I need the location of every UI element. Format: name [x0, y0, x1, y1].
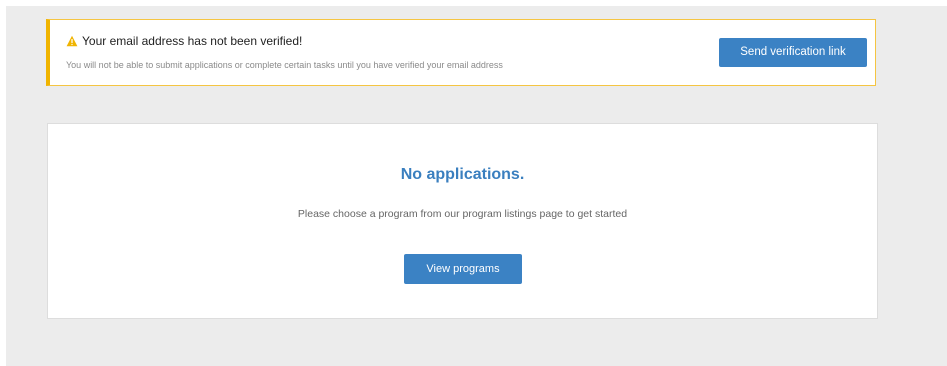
empty-state-message: Please choose a program from our program…: [297, 208, 628, 220]
email-verification-alert: Your email address has not been verified…: [46, 19, 876, 86]
send-verification-link-button[interactable]: Send verification link: [719, 38, 867, 67]
empty-state-title: No applications.: [400, 166, 525, 183]
applications-card: No applications. Please choose a program…: [47, 123, 878, 319]
alert-title-row: Your email address has not been verified…: [66, 34, 302, 48]
view-programs-button[interactable]: View programs: [404, 254, 522, 284]
alert-title: Your email address has not been verified…: [82, 34, 303, 48]
warning-icon: [66, 35, 78, 47]
alert-message: You will not be able to submit applicati…: [66, 60, 503, 70]
